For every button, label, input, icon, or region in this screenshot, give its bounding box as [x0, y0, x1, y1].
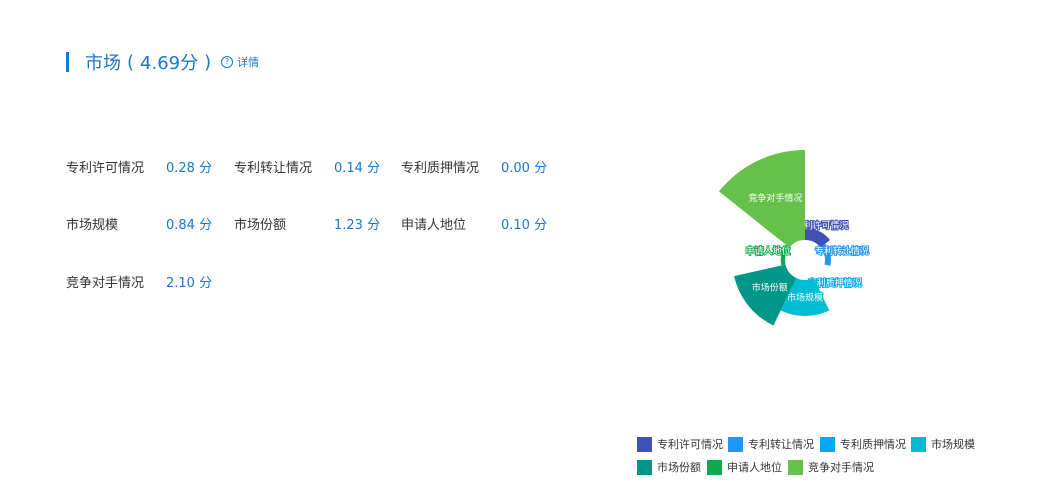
- legend-label: 竞争对手情况: [808, 461, 874, 474]
- rose-sector[interactable]: [734, 264, 797, 326]
- legend-label: 市场份额: [657, 461, 701, 474]
- legend-item[interactable]: 申请人地位: [707, 459, 782, 475]
- legend-swatch: [911, 436, 926, 452]
- rose-sector-label: 申请人地位: [745, 245, 790, 257]
- rose-chart: 专利许可情况专利转让情况专利质押情况市场规模市场份额申请人地位竞争对手情况: [718, 150, 870, 326]
- rose-sector[interactable]: [813, 264, 825, 279]
- rose-sector-label: 市场规模: [787, 292, 823, 304]
- legend-swatch: [820, 436, 835, 452]
- rose-sector-label: 竞争对手情况: [748, 192, 802, 204]
- legend-label: 申请人地位: [727, 461, 782, 474]
- legend-label: 专利许可情况: [657, 438, 723, 451]
- rose-sector-label: 市场份额: [752, 282, 788, 294]
- legend-swatch: [788, 459, 803, 475]
- legend-label: 专利质押情况: [840, 438, 906, 451]
- legend-swatch: [728, 436, 743, 452]
- legend-item[interactable]: 专利质押情况: [820, 436, 906, 452]
- legend-swatch: [707, 459, 722, 475]
- legend-item[interactable]: 专利许可情况: [637, 436, 723, 452]
- legend-swatch: [637, 436, 652, 452]
- legend-item[interactable]: 市场份额: [637, 459, 701, 475]
- legend-swatch: [637, 459, 652, 475]
- rose-sector-label: 专利转让情况: [815, 245, 869, 257]
- legend-item[interactable]: 竞争对手情况: [788, 459, 874, 475]
- legend-label: 专利转让情况: [748, 438, 814, 451]
- legend-item[interactable]: 市场规模: [911, 436, 975, 452]
- legend-item[interactable]: 专利转让情况: [728, 436, 814, 452]
- legend-label: 市场规模: [931, 438, 975, 451]
